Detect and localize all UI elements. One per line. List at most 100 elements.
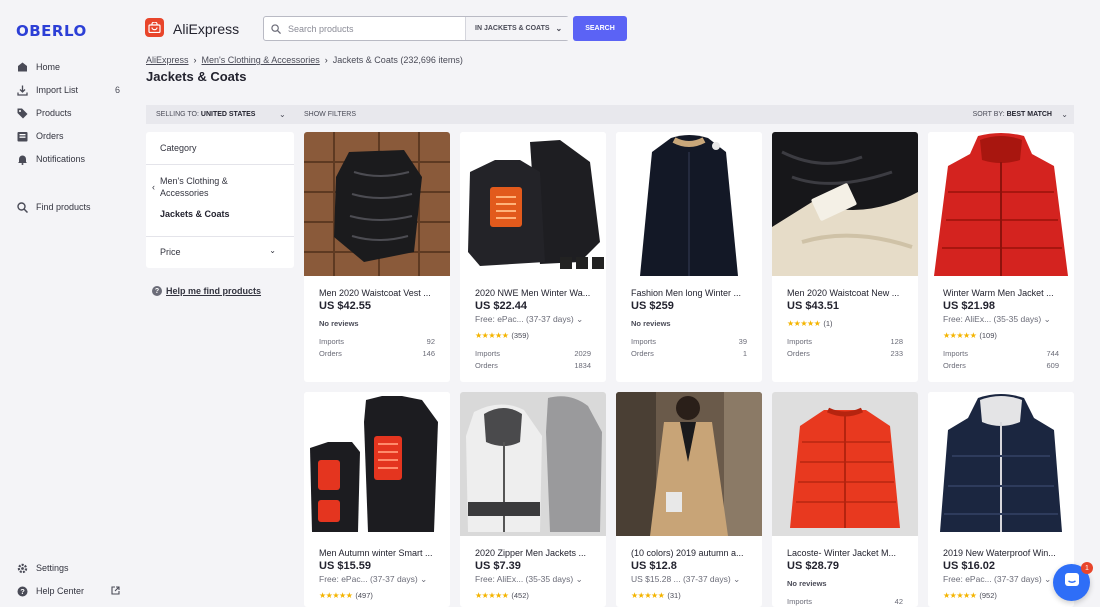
chevron-down-icon: ⌄	[1044, 574, 1052, 584]
chevron-down-icon: ⌄	[1061, 110, 1068, 119]
product-title[interactable]: 2020 Zipper Men Jackets ...	[475, 548, 595, 558]
shipping-info[interactable]: Free: AliEx... (35-35 days) ⌄	[943, 314, 1051, 325]
selling-to-dropdown[interactable]: SELLING TO: UNITED STATES	[156, 111, 255, 118]
imports-stat: Imports 39	[631, 337, 747, 346]
product-price: US $28.79	[787, 560, 839, 572]
filter-bar: SELLING TO: UNITED STATES ⌄ SHOW FILTERS…	[146, 105, 1074, 124]
sidebar-item-label: Import List	[36, 85, 79, 95]
sidebar-item-import-list[interactable]: Import List 6	[16, 81, 120, 99]
product-image[interactable]	[304, 392, 450, 536]
breadcrumb-parent-link[interactable]: Men's Clothing & Accessories	[202, 55, 320, 65]
orders-value: 1834	[574, 361, 591, 370]
selling-to-value: UNITED STATES	[200, 111, 256, 118]
imports-value: 128	[890, 337, 903, 346]
product-title[interactable]: 2019 New Waterproof Win...	[943, 548, 1063, 558]
imports-stat: Imports 42	[787, 597, 903, 606]
shipping-info[interactable]: Free: ePac... (37-37 days) ⌄	[475, 314, 583, 325]
sidebar-item-label: Settings	[36, 563, 69, 573]
product-title[interactable]: Lacoste- Winter Jacket M...	[787, 548, 907, 558]
imports-label: Imports	[787, 337, 813, 346]
orders-value: 233	[890, 349, 903, 358]
sidebar-item-find-products[interactable]: Find products	[16, 198, 120, 216]
shipping-info[interactable]: Free: ePac... (37-37 days) ⌄	[943, 574, 1051, 585]
question-icon: ?	[152, 286, 162, 296]
product-card[interactable]: 2020 Zipper Men Jackets ... US $7.39 Fre…	[460, 392, 606, 607]
product-title[interactable]: 2020 NWE Men Winter Wa...	[475, 288, 595, 298]
star-icons: ★★★★★	[475, 331, 509, 340]
product-card[interactable]: (10 colors) 2019 autumn a... US $12.8 US…	[616, 392, 762, 607]
sort-by-dropdown[interactable]: SORT BY: BEST MATCH	[973, 111, 1052, 118]
product-image[interactable]	[928, 132, 1074, 276]
orders-icon	[16, 130, 28, 142]
sidebar-item-products[interactable]: Products	[16, 104, 120, 122]
orders-label: Orders	[475, 361, 498, 370]
category-heading: Category	[160, 143, 197, 153]
imports-value: 39	[738, 337, 747, 346]
oberlo-logo[interactable]: OBERLO	[16, 22, 87, 40]
shipping-info[interactable]: Free: AliEx... (35-35 days) ⌄	[475, 574, 583, 585]
product-title[interactable]: Winter Warm Men Jacket ...	[943, 288, 1063, 298]
sort-by-value: BEST MATCH	[1006, 111, 1052, 118]
product-image[interactable]	[460, 392, 606, 536]
product-title[interactable]: Men 2020 Waistcoat New ...	[787, 288, 907, 298]
search-scope-dropdown[interactable]: IN JACKETS & COATS ⌄	[465, 17, 569, 40]
product-title[interactable]: Men Autumn winter Smart ...	[319, 548, 439, 558]
search-input[interactable]	[288, 23, 464, 34]
sidebar-item-settings[interactable]: Settings	[16, 559, 120, 577]
breadcrumb-root-link[interactable]: AliExpress	[146, 55, 189, 65]
product-title[interactable]: (10 colors) 2019 autumn a...	[631, 548, 751, 558]
product-image[interactable]	[616, 132, 762, 276]
chevron-down-icon: ⌄	[1043, 314, 1051, 324]
product-image[interactable]	[772, 132, 918, 276]
product-card[interactable]: Winter Warm Men Jacket ... US $21.98 Fre…	[928, 132, 1074, 382]
product-title[interactable]: Fashion Men long Winter ...	[631, 288, 751, 298]
shipping-info[interactable]: US $15.28 ... (37-37 days) ⌄	[631, 574, 740, 585]
review-count: (109)	[979, 331, 997, 340]
product-image[interactable]	[928, 392, 1074, 536]
review-count: (31)	[667, 591, 681, 600]
no-reviews-label: No reviews	[319, 319, 359, 328]
imports-label: Imports	[787, 597, 813, 606]
sidebar-item-orders[interactable]: Orders	[16, 127, 120, 145]
product-card[interactable]: 2019 New Waterproof Win... US $16.02 Fre…	[928, 392, 1074, 607]
category-parent-link[interactable]: Men's Clothing & Accessories	[160, 175, 260, 199]
chevron-down-icon: ⌄	[576, 314, 584, 324]
rating-stars: ★★★★★ (109)	[943, 331, 997, 340]
help-find-products-link[interactable]: ? Help me find products	[152, 286, 261, 296]
product-card[interactable]: Fashion Men long Winter ... US $259 No r…	[616, 132, 762, 382]
tag-icon	[16, 107, 28, 119]
orders-label: Orders	[319, 349, 342, 358]
sidebar-item-notifications[interactable]: Notifications	[16, 150, 120, 168]
product-image[interactable]	[616, 392, 762, 536]
product-card[interactable]: 2020 NWE Men Winter Wa... US $22.44 Free…	[460, 132, 606, 382]
product-image[interactable]	[772, 392, 918, 536]
aliexpress-title: AliExpress	[173, 21, 240, 37]
product-title[interactable]: Men 2020 Waistcoat Vest ...	[319, 288, 439, 298]
product-card[interactable]: Lacoste- Winter Jacket M... US $28.79 No…	[772, 392, 918, 607]
product-image[interactable]	[460, 132, 606, 276]
category-current: Jackets & Coats	[160, 209, 230, 219]
product-price: US $259	[631, 300, 674, 312]
orders-stat: Orders 146	[319, 349, 435, 358]
product-card[interactable]: Men 2020 Waistcoat Vest ... US $42.55 No…	[304, 132, 450, 382]
sidebar-item-home[interactable]: Home	[16, 58, 120, 76]
imports-label: Imports	[943, 349, 969, 358]
product-card[interactable]: Men Autumn winter Smart ... US $15.59 Fr…	[304, 392, 450, 607]
search-button[interactable]: SEARCH	[573, 16, 627, 41]
chevron-left-icon[interactable]: ‹	[152, 182, 155, 192]
shipping-info[interactable]: Free: ePac... (37-37 days) ⌄	[319, 574, 427, 585]
review-count: (452)	[511, 591, 529, 600]
sidebar-item-help-center[interactable]: ? Help Center	[16, 582, 120, 600]
product-price: US $43.51	[787, 300, 839, 312]
product-image[interactable]	[304, 132, 450, 276]
imports-label: Imports	[475, 349, 501, 358]
product-price: US $15.59	[319, 560, 371, 572]
show-filters-button[interactable]: SHOW FILTERS	[304, 111, 356, 118]
product-price: US $42.55	[319, 300, 371, 312]
import-list-count: 6	[114, 85, 120, 95]
sidebar-item-label: Orders	[36, 131, 64, 141]
no-reviews-label: No reviews	[787, 579, 827, 588]
price-filter-toggle[interactable]: Price	[160, 247, 181, 257]
aliexpress-logo-icon	[145, 18, 164, 37]
product-card[interactable]: Men 2020 Waistcoat New ... US $43.51 ★★★…	[772, 132, 918, 382]
